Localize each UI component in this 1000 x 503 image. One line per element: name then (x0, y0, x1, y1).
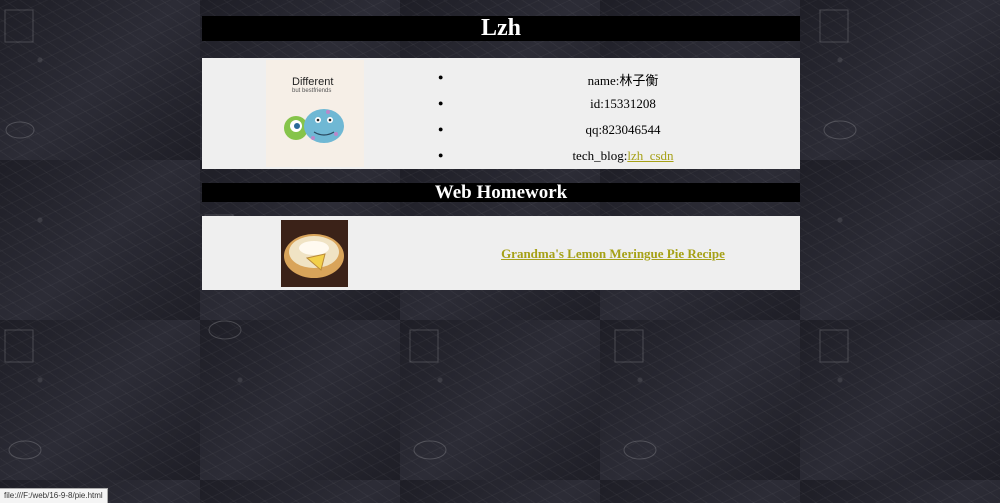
homework-card: Grandma's Lemon Meringue Pie Recipe (202, 216, 800, 290)
recipe-link-wrapper: Grandma's Lemon Meringue Pie Recipe (432, 246, 794, 262)
page-title: Lzh (202, 16, 800, 41)
status-bar-url: file:///F:/web/16-9-8/pie.html (0, 488, 108, 503)
profile-name: name:林子衡 (587, 73, 659, 88)
blog-label: tech_blog: (572, 148, 628, 163)
list-item: ● qq:823046544 (202, 120, 800, 140)
list-item: ● id:15331208 (202, 94, 800, 114)
recipe-link[interactable]: Grandma's Lemon Meringue Pie Recipe (501, 246, 725, 261)
profile-blog: tech_blog:lzh_csdn (442, 148, 804, 164)
profile-qq: qq:823046544 (585, 122, 661, 137)
pie-thumbnail[interactable] (281, 220, 348, 287)
list-item: ● tech_blog:lzh_csdn (202, 146, 800, 166)
section-title: Web Homework (202, 183, 800, 202)
blog-link[interactable]: lzh_csdn (627, 148, 673, 163)
profile-info-list: ● name:林子衡 ● id:15331208 ● qq:823046544 … (202, 58, 800, 169)
list-item: ● name:林子衡 (202, 68, 800, 88)
profile-card: Different but bestfriends ● name:林子衡 ● i… (202, 58, 800, 169)
profile-id: id:15331208 (590, 96, 656, 111)
pie-image (281, 220, 348, 287)
